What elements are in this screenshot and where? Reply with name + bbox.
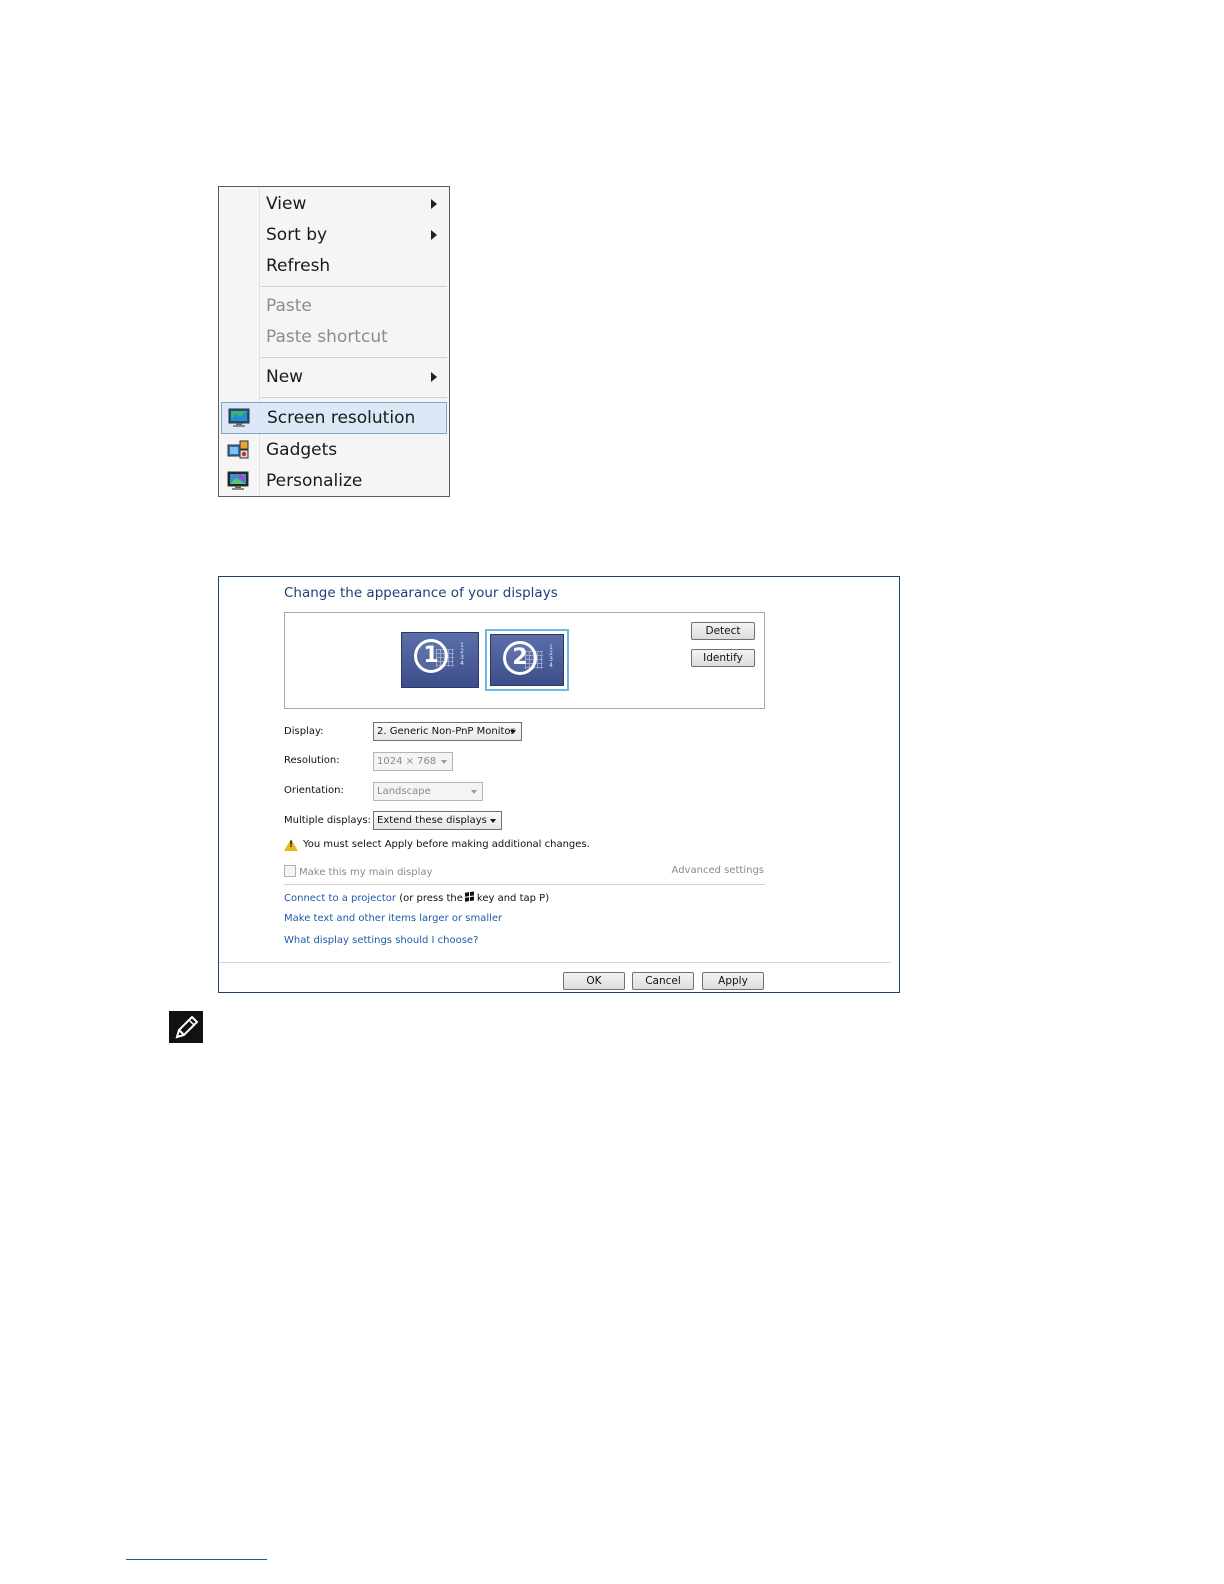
gadgets-icon — [227, 440, 249, 459]
projector-row: Connect to a projector (or press the key … — [284, 891, 550, 904]
connect-projector-link[interactable]: Connect to a projector — [284, 893, 396, 904]
apply-button[interactable]: Apply — [702, 972, 764, 990]
windows-key-icon — [464, 891, 475, 903]
menu-separator — [261, 286, 447, 287]
menu-item-label: Personalize — [266, 471, 363, 491]
menu-item-personalize[interactable]: Personalize — [221, 466, 447, 496]
dialog-separator — [284, 884, 765, 885]
menu-item-new[interactable]: New — [221, 362, 447, 392]
desktop-context-menu: View Sort by Refresh Paste Paste shortcu… — [218, 186, 450, 497]
note-pencil-icon — [169, 1011, 203, 1043]
menu-item-label: Screen resolution — [267, 408, 416, 428]
ok-button[interactable]: OK — [563, 972, 625, 990]
resolution-select[interactable]: 1024 × 768 — [373, 752, 453, 771]
monitor-number: 2 — [503, 641, 537, 675]
multiple-displays-select[interactable]: Extend these displays — [373, 811, 502, 830]
display-select-value: 2. Generic Non-PnP Monitor — [377, 726, 515, 737]
display-label: Display: — [284, 726, 324, 737]
multiple-displays-label: Multiple displays: — [284, 815, 371, 826]
menu-item-paste[interactable]: Paste — [221, 291, 447, 321]
warning-icon — [284, 839, 298, 851]
orientation-select[interactable]: Landscape — [373, 782, 483, 801]
menu-separator — [261, 357, 447, 358]
footer-separator — [219, 962, 891, 963]
display-select[interactable]: 2. Generic Non-PnP Monitor — [373, 722, 522, 741]
monitor-2-tile[interactable]: 2 1234 — [485, 629, 569, 691]
multiple-displays-select-value: Extend these displays — [377, 815, 487, 826]
menu-item-paste-shortcut[interactable]: Paste shortcut — [221, 322, 447, 352]
menu-item-label: New — [266, 367, 304, 387]
advanced-settings-link[interactable]: Advanced settings — [672, 865, 764, 876]
footnote-rule — [126, 1559, 267, 1560]
menu-item-label: Paste shortcut — [266, 327, 388, 347]
menu-separator — [261, 397, 447, 398]
menu-item-screen-resolution[interactable]: Screen resolution — [221, 402, 447, 434]
menu-item-gadgets[interactable]: Gadgets — [221, 435, 447, 465]
menu-item-view[interactable]: View — [221, 189, 447, 219]
monitor-digits: 1234 — [460, 642, 464, 667]
warning-text: You must select Apply before making addi… — [303, 839, 590, 850]
personalize-icon — [227, 471, 249, 490]
chevron-down-icon — [471, 790, 477, 794]
main-display-checkbox[interactable] — [284, 865, 296, 877]
submenu-arrow-icon — [431, 372, 437, 382]
submenu-arrow-icon — [431, 199, 437, 209]
monitor-number: 1 — [414, 639, 448, 673]
text-size-link[interactable]: Make text and other items larger or smal… — [284, 913, 502, 924]
chevron-down-icon — [441, 760, 447, 764]
resolution-label: Resolution: — [284, 755, 340, 766]
menu-item-refresh[interactable]: Refresh — [221, 251, 447, 281]
chevron-down-icon — [510, 730, 516, 734]
monitor-digits: 1234 — [549, 644, 553, 669]
orientation-select-value: Landscape — [377, 786, 431, 797]
menu-item-label: View — [266, 194, 307, 214]
submenu-arrow-icon — [431, 230, 437, 240]
screen-resolution-icon — [228, 408, 250, 427]
identify-button[interactable]: Identify — [691, 649, 755, 667]
cancel-button[interactable]: Cancel — [632, 972, 694, 990]
dialog-title: Change the appearance of your displays — [284, 585, 558, 601]
menu-item-label: Sort by — [266, 225, 328, 245]
monitor-arrangement-panel: 1 1234 2 1234 Detect Identify — [284, 612, 765, 709]
display-help-link[interactable]: What display settings should I choose? — [284, 935, 478, 946]
menu-item-label: Refresh — [266, 256, 331, 276]
screen-resolution-dialog: Change the appearance of your displays 1… — [218, 576, 900, 993]
menu-item-sort-by[interactable]: Sort by — [221, 220, 447, 250]
menu-item-label: Paste — [266, 296, 312, 316]
main-display-option[interactable]: Make this my main display — [284, 865, 432, 878]
resolution-select-value: 1024 × 768 — [377, 756, 437, 767]
orientation-label: Orientation: — [284, 785, 344, 796]
monitor-1-tile[interactable]: 1 1234 — [398, 629, 482, 691]
main-display-label: Make this my main display — [299, 867, 433, 878]
chevron-down-icon — [490, 819, 496, 823]
projector-hint-b: key and tap P) — [476, 893, 550, 904]
menu-item-label: Gadgets — [266, 440, 338, 460]
projector-hint-a: (or press the — [399, 893, 463, 904]
detect-button[interactable]: Detect — [691, 622, 755, 640]
